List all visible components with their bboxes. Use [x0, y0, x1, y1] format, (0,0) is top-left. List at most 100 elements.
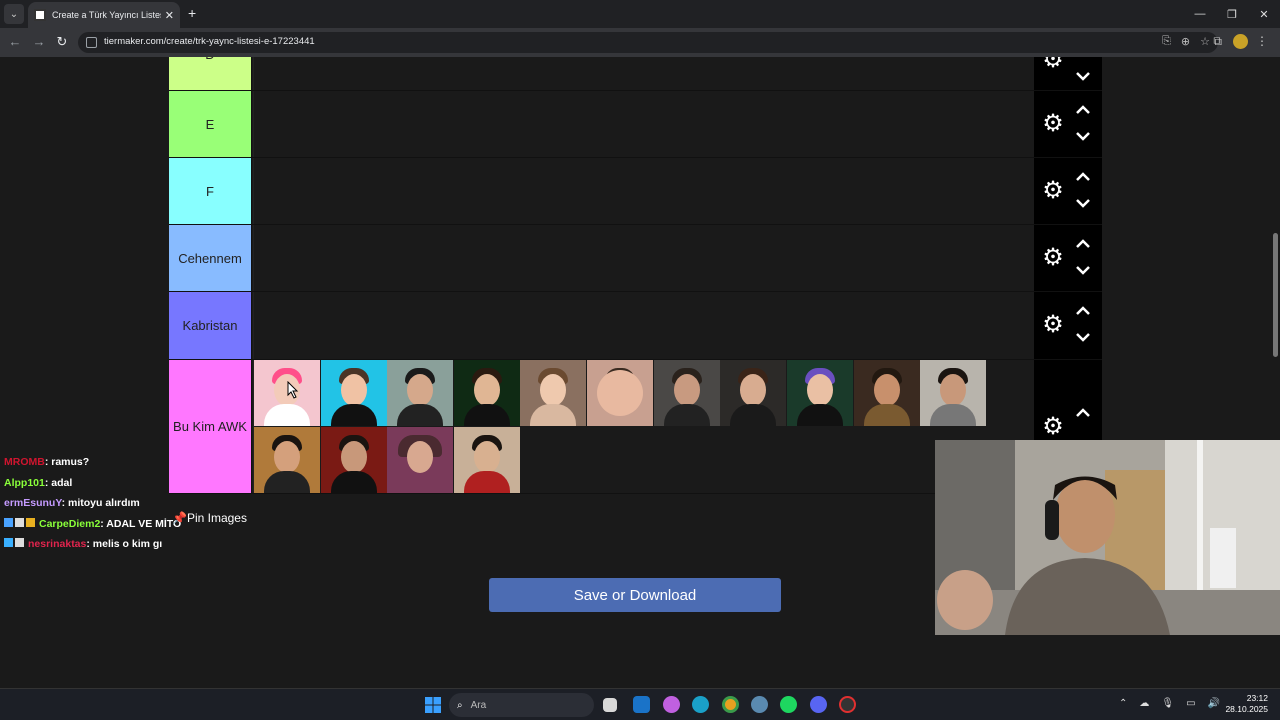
tier-item-image[interactable] — [454, 360, 520, 426]
minimize-icon[interactable]: — — [1184, 0, 1216, 28]
window-close-icon[interactable]: ✕ — [1248, 0, 1280, 28]
chat-username: ermEsunuY — [4, 497, 62, 509]
tier-controls: ⚙ — [1034, 225, 1102, 291]
chat-text: : ramus? — [44, 456, 90, 468]
back-icon[interactable]: ← — [6, 34, 24, 49]
tier-drop-zone[interactable] — [253, 91, 1034, 157]
obs-icon[interactable] — [839, 696, 856, 713]
copilot-icon[interactable] — [663, 696, 680, 713]
chrome-icon[interactable] — [722, 696, 739, 713]
chevron-down-icon[interactable] — [1074, 330, 1092, 344]
tier-label[interactable]: Kabristan — [169, 292, 252, 359]
chevron-down-icon[interactable] — [1074, 263, 1092, 277]
chevron-down-icon[interactable] — [1074, 196, 1092, 210]
restore-icon[interactable]: ❐ — [1216, 0, 1248, 28]
browser-toolbar: ← → ↻ tiermaker.com/create/trk-yaync-lis… — [0, 28, 1280, 57]
zoom-icon[interactable]: ⊕ — [1181, 35, 1190, 48]
gear-icon[interactable]: ⚙ — [1042, 179, 1064, 203]
tier-item-image[interactable] — [520, 360, 586, 426]
close-icon[interactable]: ✕ — [165, 9, 174, 22]
tier-drop-zone[interactable] — [253, 225, 1034, 291]
task-view-icon[interactable] — [603, 698, 617, 712]
settings-app-icon[interactable] — [751, 696, 768, 713]
scrollbar-thumb[interactable] — [1273, 233, 1278, 357]
tier-label[interactable]: E — [169, 91, 252, 157]
chevron-up-icon[interactable]: ⌃ — [1119, 698, 1127, 709]
tier-row-cehennem: Cehennem ⚙ — [169, 225, 1102, 292]
chevron-up-icon[interactable] — [1074, 103, 1092, 117]
tiermaker-favicon-icon — [34, 9, 46, 21]
tier-item-image[interactable] — [254, 427, 320, 493]
network-icon[interactable]: ▭ — [1186, 698, 1195, 709]
system-tray: ⌃ ☁ 🎙 ▭ 🔊 — [1119, 698, 1220, 709]
gear-icon[interactable]: ⚙ — [1042, 112, 1064, 136]
forward-icon[interactable]: → — [30, 34, 48, 49]
tab-search-button[interactable]: ⌄ — [4, 4, 24, 24]
tier-item-image[interactable] — [387, 360, 453, 426]
windows-taskbar: ⌕ Ara ⌃ ☁ 🎙 ▭ 🔊 23:12 28.10.2025 — [0, 688, 1280, 720]
tier-label[interactable]: Cehennem — [169, 225, 252, 291]
chevron-up-icon[interactable] — [1074, 406, 1092, 420]
chat-username: nesrinaktas — [28, 538, 87, 550]
tier-item-image[interactable] — [787, 360, 853, 426]
tier-drop-zone[interactable] — [253, 292, 1034, 359]
tier-label[interactable]: F — [169, 158, 252, 224]
chat-text: : mitoyu alırdım — [61, 497, 140, 509]
edge-icon[interactable] — [692, 696, 709, 713]
gear-icon[interactable]: ⚙ — [1042, 415, 1064, 439]
outlook-icon[interactable] — [633, 696, 650, 713]
url-text[interactable]: tiermaker.com/create/trk-yaync-listesi-e… — [104, 36, 315, 47]
translate-icon[interactable]: ⎘ — [1162, 35, 1171, 48]
menu-dots-icon[interactable]: ⋮ — [1256, 34, 1268, 48]
tier-item-image[interactable] — [854, 360, 920, 426]
tab-title: Create a Türk Yayıncı Listesi E.Ş — [52, 10, 161, 20]
tier-drop-zone[interactable] — [253, 158, 1034, 224]
chat-message: MROMB: ramus? — [4, 456, 194, 477]
chevron-up-icon[interactable] — [1074, 304, 1092, 318]
tier-item-image[interactable] — [654, 360, 720, 426]
clock-time: 23:12 — [1246, 693, 1268, 703]
chevron-down-icon[interactable] — [1074, 129, 1092, 143]
microphone-icon[interactable]: 🎙 — [1161, 698, 1174, 709]
address-bar[interactable]: tiermaker.com/create/trk-yaync-listesi-e… — [78, 32, 1218, 53]
taskbar-search[interactable]: ⌕ Ara — [449, 693, 594, 717]
reload-icon[interactable]: ↻ — [53, 34, 71, 50]
pin-images-toggle[interactable]: 📌Pin Images — [172, 511, 247, 525]
cloud-icon[interactable]: ☁ — [1139, 698, 1149, 709]
webcam-image — [935, 440, 1280, 635]
tier-item-image[interactable] — [321, 427, 387, 493]
chat-username: MROMB — [4, 456, 45, 468]
browser-tab[interactable]: Create a Türk Yayıncı Listesi E.Ş ✕ — [28, 2, 180, 28]
tier-drop-zone[interactable] — [253, 360, 1034, 493]
chevron-down-icon[interactable] — [1074, 69, 1092, 83]
spotify-icon[interactable] — [780, 696, 797, 713]
tier-item-image[interactable] — [387, 427, 453, 493]
search-placeholder: Ara — [470, 699, 487, 711]
search-icon: ⌕ — [457, 699, 463, 711]
chat-username: CarpeDiem2 — [39, 517, 101, 530]
volume-icon[interactable]: 🔊 — [1208, 698, 1220, 709]
taskbar-clock[interactable]: 23:12 28.10.2025 — [1225, 693, 1268, 715]
tier-item-image[interactable] — [454, 427, 520, 493]
tier-item-image[interactable] — [587, 360, 653, 426]
tier-label[interactable]: D — [169, 57, 252, 90]
gear-icon[interactable]: ⚙ — [1042, 57, 1064, 72]
bookmark-star-icon[interactable]: ☆ — [1200, 35, 1210, 48]
tier-item-image[interactable] — [920, 360, 986, 426]
chevron-up-icon[interactable] — [1074, 170, 1092, 184]
tier-drop-zone[interactable] — [253, 57, 1034, 90]
mouse-cursor-icon — [287, 381, 299, 399]
tier-item-image[interactable] — [720, 360, 786, 426]
discord-icon[interactable] — [810, 696, 827, 713]
chevron-up-icon[interactable] — [1074, 237, 1092, 251]
site-info-icon[interactable] — [86, 37, 97, 48]
windows-start-icon[interactable] — [425, 697, 441, 713]
tier-item-image[interactable] — [321, 360, 387, 426]
profile-avatar-icon[interactable] — [1233, 34, 1248, 49]
extensions-icon[interactable]: ⧉ — [1213, 34, 1222, 49]
new-tab-icon[interactable]: + — [188, 5, 196, 21]
gear-icon[interactable]: ⚙ — [1042, 313, 1064, 337]
chat-text: : melis o kim gı — [86, 538, 163, 550]
gear-icon[interactable]: ⚙ — [1042, 246, 1064, 270]
save-or-download-button[interactable]: Save or Download — [489, 578, 781, 612]
